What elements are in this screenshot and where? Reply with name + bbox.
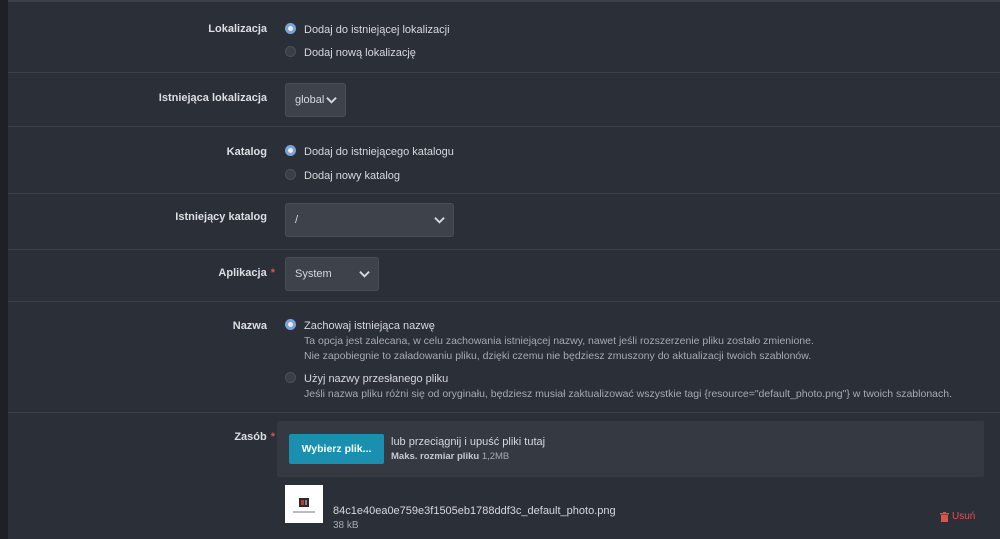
radio-dot <box>285 169 296 180</box>
dropzone-hint: lub przeciągnij i upuść pliki tutaj <box>391 436 546 448</box>
required-mark: * <box>270 267 275 279</box>
location-select[interactable]: global <box>285 83 346 117</box>
radio-dot-selected <box>285 145 296 156</box>
remove-file-label: Usuń <box>952 511 976 522</box>
choose-file-button[interactable]: Wybierz plik... <box>289 434 384 464</box>
keep-name-description-1: Ta opcja jest zalecana, w celu zachowani… <box>304 335 814 347</box>
radio-existing-location[interactable]: Dodaj do istniejącej lokalizacji <box>285 23 450 38</box>
trash-icon <box>940 511 949 522</box>
row-nazwa: Nazwa Zachowaj istniejąca nazwę Ta opcja… <box>8 302 1000 413</box>
location-select-value: global <box>295 94 325 106</box>
katalog-label: Katalog <box>226 146 267 158</box>
zasob-label: Zasób * <box>234 431 275 443</box>
row-istniejacy-katalog: Istniejący katalog / <box>8 194 1000 250</box>
row-aplikacja: Aplikacja * System <box>8 250 1000 302</box>
radio-keep-name-content: Zachowaj istniejąca nazwę Ta opcja jest … <box>304 319 814 364</box>
file-size: 38 kB <box>333 520 359 531</box>
chevron-down-icon <box>434 217 445 224</box>
nazwa-label: Nazwa <box>232 320 267 332</box>
image-thumbnail-icon <box>293 498 315 513</box>
istniejaca-lokalizacja-label: Istniejąca lokalizacja <box>158 92 267 104</box>
catalog-select-value: / <box>295 214 299 226</box>
radio-existing-catalog[interactable]: Dodaj do istniejącego katalogu <box>285 145 454 160</box>
radio-existing-catalog-label: Dodaj do istniejącego katalogu <box>304 146 454 158</box>
radio-dot <box>285 372 296 383</box>
radio-use-uploaded-name-content: Użyj nazwy przesłanego pliku Jeśli nazwa… <box>304 372 952 402</box>
use-uploaded-name-description: Jeśli nazwa pliku różni się od oryginału… <box>304 388 953 400</box>
row-katalog: Katalog Dodaj do istniejącego katalogu D… <box>8 127 1000 194</box>
remove-file-button[interactable]: Usuń <box>940 511 975 522</box>
row-lokalizacja: Lokalizacja Dodaj do istniejącej lokaliz… <box>8 2 1000 73</box>
radio-dot-selected <box>285 319 296 330</box>
radio-use-uploaded-name[interactable]: Użyj nazwy przesłanego pliku Jeśli nazwa… <box>285 372 952 402</box>
radio-use-uploaded-name-label: Użyj nazwy przesłanego pliku <box>304 373 449 385</box>
max-file-size-label: Maks. rozmiar pliku <box>391 451 480 462</box>
radio-keep-name-label: Zachowaj istniejąca nazwę <box>304 320 435 332</box>
file-thumbnail <box>285 485 323 523</box>
radio-new-catalog[interactable]: Dodaj nowy katalog <box>285 169 400 184</box>
catalog-select[interactable]: / <box>285 203 454 237</box>
max-file-size: Maks. rozmiar pliku 1,2MB <box>391 451 509 462</box>
application-select-value: System <box>295 268 332 280</box>
radio-new-catalog-label: Dodaj nowy katalog <box>304 170 401 182</box>
chevron-down-icon <box>326 97 337 104</box>
radio-existing-location-label: Dodaj do istniejącej lokalizacji <box>304 24 450 36</box>
max-file-size-value: 1,2MB <box>481 451 510 462</box>
aplikacja-label-text: Aplikacja <box>218 267 267 279</box>
file-name: 84c1e40ea0e759e3f1505eb1788ddf3c_default… <box>333 505 616 517</box>
radio-new-location-label: Dodaj nową lokalizację <box>304 47 416 59</box>
radio-new-location[interactable]: Dodaj nową lokalizację <box>285 46 416 61</box>
radio-dot-selected <box>285 23 296 34</box>
zasob-label-text: Zasób <box>234 431 267 443</box>
required-mark: * <box>270 431 275 443</box>
radio-dot <box>285 46 296 57</box>
keep-name-description-2: Nie zapobiegnie to załadowaniu pliku, dz… <box>304 350 812 362</box>
file-dropzone[interactable]: Wybierz plik... lub przeciągnij i upuść … <box>277 421 984 477</box>
chevron-down-icon <box>359 271 370 278</box>
lokalizacja-label: Lokalizacja <box>208 23 267 35</box>
radio-keep-name[interactable]: Zachowaj istniejąca nazwę Ta opcja jest … <box>285 319 814 364</box>
istniejacy-katalog-label: Istniejący katalog <box>175 211 267 223</box>
aplikacja-label: Aplikacja * <box>218 267 275 279</box>
application-select[interactable]: System <box>285 257 379 291</box>
row-istniejaca-lokalizacja: Istniejąca lokalizacja global <box>8 73 1000 127</box>
